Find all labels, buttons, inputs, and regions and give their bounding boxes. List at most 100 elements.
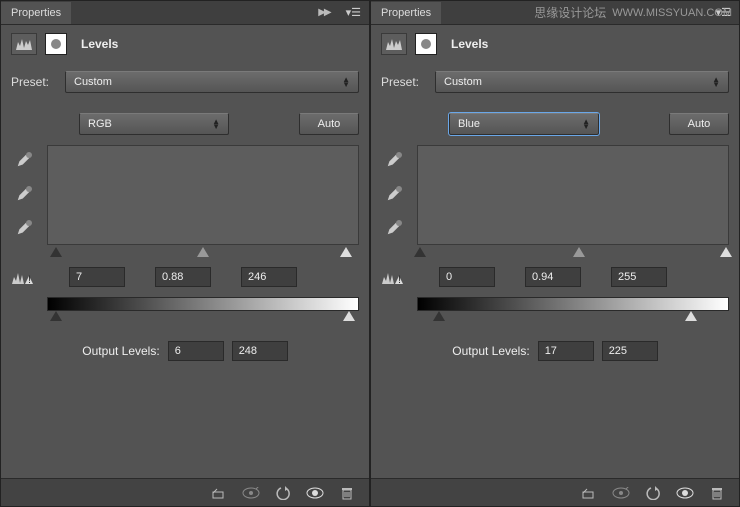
eyedropper-black-icon[interactable] — [381, 147, 407, 173]
output-gradient[interactable] — [47, 297, 359, 311]
layer-mask-icon[interactable] — [45, 33, 67, 55]
channel-value: RGB — [88, 118, 112, 130]
output-white-slider[interactable] — [685, 311, 697, 321]
preset-dropdown[interactable]: Custom ▲▼ — [435, 71, 729, 93]
watermark: 思缘设计论坛 WWW.MISSYUAN.COM — [534, 4, 732, 21]
preset-label: Preset: — [11, 75, 57, 89]
output-black-slider[interactable] — [50, 311, 62, 321]
clip-to-layer-icon[interactable] — [575, 482, 603, 504]
eyedropper-black-icon[interactable] — [11, 147, 37, 173]
tab-properties[interactable]: Properties — [371, 2, 441, 24]
output-levels-row: Output Levels: — [371, 325, 739, 371]
histogram[interactable] — [47, 145, 359, 245]
dropdown-arrows-icon: ▲▼ — [582, 119, 590, 129]
levels-adjustment-icon[interactable] — [11, 33, 37, 55]
input-levels-row: ! — [371, 261, 739, 293]
output-white-field[interactable] — [602, 341, 658, 361]
channel-value: Blue — [458, 118, 480, 130]
output-white-slider[interactable] — [343, 311, 355, 321]
input-black-field[interactable] — [439, 267, 495, 287]
panel-bottom-bar — [371, 478, 739, 506]
input-black-field[interactable] — [69, 267, 125, 287]
watermark-zh: 思缘设计论坛 — [534, 4, 606, 21]
output-label: Output Levels: — [452, 344, 529, 358]
panel-bottom-bar — [1, 478, 369, 506]
toggle-visibility-icon[interactable] — [671, 482, 699, 504]
eyedropper-gray-icon[interactable] — [381, 181, 407, 207]
levels-adjustment-icon[interactable] — [381, 33, 407, 55]
histogram[interactable] — [417, 145, 729, 245]
eyedropper-white-icon[interactable] — [381, 215, 407, 241]
input-levels-row: ! — [1, 261, 369, 293]
preset-dropdown[interactable]: Custom ▲▼ — [65, 71, 359, 93]
eyedropper-white-icon[interactable] — [11, 215, 37, 241]
black-point-slider[interactable] — [414, 247, 426, 257]
clip-warning-icon[interactable]: ! — [381, 269, 409, 285]
channel-row: Blue ▲▼ Auto — [371, 105, 739, 143]
preset-label: Preset: — [381, 75, 427, 89]
eyedropper-gray-icon[interactable] — [11, 181, 37, 207]
dropdown-arrows-icon: ▲▼ — [212, 119, 220, 129]
auto-button[interactable]: Auto — [299, 113, 359, 135]
black-point-slider[interactable] — [50, 247, 62, 257]
channel-row: RGB ▲▼ Auto — [1, 105, 369, 143]
preset-value: Custom — [444, 76, 482, 88]
output-white-field[interactable] — [232, 341, 288, 361]
reset-icon[interactable] — [639, 482, 667, 504]
tab-bar: Properties ▶▶ ▾☰ — [1, 1, 369, 25]
watermark-en: WWW.MISSYUAN.COM — [612, 7, 732, 19]
input-gamma-field[interactable] — [525, 267, 581, 287]
clip-to-layer-icon[interactable] — [205, 482, 233, 504]
dropdown-arrows-icon: ▲▼ — [342, 77, 350, 87]
delete-icon[interactable] — [333, 482, 361, 504]
reset-icon[interactable] — [269, 482, 297, 504]
preset-row: Preset: Custom ▲▼ — [371, 65, 739, 99]
eyedropper-group — [11, 145, 41, 245]
collapse-icon[interactable]: ▶▶ — [310, 7, 337, 18]
channel-dropdown[interactable]: Blue ▲▼ — [449, 113, 599, 135]
input-slider-row[interactable] — [371, 247, 739, 261]
histogram-area — [1, 143, 369, 247]
properties-panel-right: Properties ▾☰ Levels Preset: Custom ▲▼ B… — [370, 0, 740, 507]
delete-icon[interactable] — [703, 482, 731, 504]
midpoint-slider[interactable] — [197, 247, 209, 257]
adjustment-header: Levels — [371, 25, 739, 63]
midpoint-slider[interactable] — [573, 247, 585, 257]
channel-dropdown[interactable]: RGB ▲▼ — [79, 113, 229, 135]
output-slider-row[interactable] — [371, 311, 739, 325]
input-gamma-field[interactable] — [155, 267, 211, 287]
output-black-field[interactable] — [168, 341, 224, 361]
white-point-slider[interactable] — [340, 247, 352, 257]
adjustment-title: Levels — [81, 37, 118, 51]
auto-button[interactable]: Auto — [669, 113, 729, 135]
toggle-visibility-icon[interactable] — [301, 482, 329, 504]
input-white-field[interactable] — [611, 267, 667, 287]
clip-warning-icon[interactable]: ! — [11, 269, 39, 285]
tab-properties[interactable]: Properties — [1, 2, 71, 24]
output-black-field[interactable] — [538, 341, 594, 361]
input-white-field[interactable] — [241, 267, 297, 287]
eyedropper-group — [381, 145, 411, 245]
output-levels-row: Output Levels: — [1, 325, 369, 371]
histogram-area — [371, 143, 739, 247]
output-slider-row[interactable] — [1, 311, 369, 325]
preset-row: Preset: Custom ▲▼ — [1, 65, 369, 99]
output-gradient-row — [371, 293, 739, 311]
properties-panel-left: Properties ▶▶ ▾☰ Levels Preset: Custom ▲… — [0, 0, 370, 507]
output-black-slider[interactable] — [433, 311, 445, 321]
white-point-slider[interactable] — [720, 247, 732, 257]
output-gradient-row — [1, 293, 369, 311]
svg-text:!: ! — [28, 274, 31, 285]
view-previous-icon[interactable] — [607, 482, 635, 504]
preset-value: Custom — [74, 76, 112, 88]
layer-mask-icon[interactable] — [415, 33, 437, 55]
panel-menu-icon[interactable]: ▾☰ — [338, 6, 369, 19]
input-slider-row[interactable] — [1, 247, 369, 261]
output-gradient[interactable] — [417, 297, 729, 311]
dropdown-arrows-icon: ▲▼ — [712, 77, 720, 87]
adjustment-title: Levels — [451, 37, 488, 51]
svg-text:!: ! — [398, 274, 401, 285]
output-label: Output Levels: — [82, 344, 159, 358]
adjustment-header: Levels — [1, 25, 369, 63]
view-previous-icon[interactable] — [237, 482, 265, 504]
